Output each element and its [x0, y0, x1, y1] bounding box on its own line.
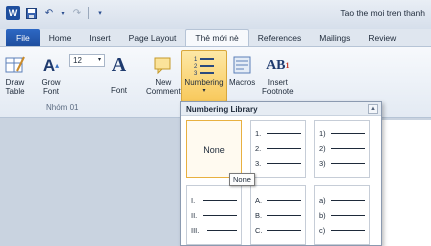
tooltip: None	[229, 173, 255, 186]
numbering-format-alpha-upper[interactable]: A. B. C.	[250, 185, 306, 245]
macros-icon	[231, 54, 253, 76]
new-comment-label: New Comment	[146, 78, 181, 96]
tab-mailings[interactable]: Mailings	[310, 29, 359, 46]
customize-icon[interactable]: ▾	[93, 6, 107, 20]
tab-file[interactable]: File	[6, 29, 40, 46]
grow-font-icon: A ▴	[42, 55, 60, 75]
list-marker: a)	[319, 196, 326, 205]
numbering-format-roman-upper[interactable]: I. II. III.	[186, 185, 242, 245]
save-icon[interactable]	[24, 6, 38, 20]
draw-table-button[interactable]: Draw Table	[4, 54, 26, 96]
list-marker: b)	[319, 211, 326, 220]
new-comment-icon	[152, 54, 174, 76]
dropdown-arrow-icon[interactable]: ▾	[60, 6, 66, 20]
numbering-format-alpha-lower-paren[interactable]: a) b) c)	[314, 185, 370, 245]
svg-text:1: 1	[194, 57, 198, 63]
chevron-down-icon: ▾	[97, 57, 101, 63]
font-size-value: 12	[73, 56, 82, 65]
list-marker: A.	[255, 196, 263, 205]
macros-label: Macros	[229, 78, 256, 87]
font-size-select[interactable]: 12 ▾	[69, 54, 105, 67]
font-label: Font	[110, 86, 127, 95]
numbering-library-header: Numbering Library ▲	[181, 102, 381, 116]
numbering-label: Numbering	[184, 78, 224, 87]
chevron-down-icon: ▾	[202, 88, 206, 94]
list-marker: 1)	[319, 129, 326, 138]
ribbon-tabs: File Home Insert Page Layout Thẻ mới nè …	[0, 29, 431, 46]
list-marker: 3)	[319, 159, 326, 168]
tab-custom[interactable]: Thẻ mới nè	[185, 29, 249, 46]
list-marker: C.	[255, 226, 263, 235]
none-label: None	[203, 145, 225, 155]
group-label: Nhóm 01	[46, 103, 79, 112]
tab-home[interactable]: Home	[40, 29, 81, 46]
numbering-format-none[interactable]: None	[186, 120, 242, 178]
macros-button[interactable]: Macros	[229, 54, 255, 87]
new-comment-button[interactable]: New Comment	[146, 54, 181, 96]
draw-table-label: Draw Table	[5, 78, 25, 96]
draw-table-icon	[4, 54, 26, 76]
quick-access-toolbar: W ↶ ▾ ↷ ▾	[6, 6, 107, 20]
numbering-library-title: Numbering Library	[186, 105, 258, 114]
title-bar: W ↶ ▾ ↷ ▾ Tao the moi tren thanh	[0, 0, 431, 29]
list-marker: III.	[191, 226, 200, 235]
tab-review[interactable]: Review	[359, 29, 405, 46]
numbering-format-decimal-paren[interactable]: 1) 2) 3)	[314, 120, 370, 178]
numbering-format-decimal-period[interactable]: 1. 2. 3.	[250, 120, 306, 178]
svg-text:3: 3	[194, 71, 198, 76]
word-icon[interactable]: W	[6, 6, 20, 20]
list-marker: II.	[191, 211, 198, 220]
font-button[interactable]: A Font	[108, 53, 130, 96]
footnote-icon: AB 1	[266, 57, 290, 73]
redo-icon[interactable]: ↷	[70, 6, 84, 20]
insert-footnote-label: Insert Footnote	[262, 78, 294, 96]
scroll-up-icon[interactable]: ▲	[368, 104, 378, 114]
font-icon: A	[111, 53, 127, 76]
grow-font-label: Grow Font	[41, 78, 61, 96]
list-marker: I.	[191, 196, 196, 205]
separator	[88, 7, 89, 19]
list-marker: 3.	[255, 159, 262, 168]
window-title: Tao the moi tren thanh	[340, 8, 425, 18]
numbering-icon: 123	[193, 54, 215, 76]
list-marker: B.	[255, 211, 263, 220]
undo-icon[interactable]: ↶	[42, 6, 56, 20]
tab-insert[interactable]: Insert	[80, 29, 119, 46]
list-marker: 2.	[255, 144, 262, 153]
list-marker: 1.	[255, 129, 262, 138]
numbering-button[interactable]: 123 Numbering ▾	[181, 50, 227, 102]
tab-page-layout[interactable]: Page Layout	[120, 29, 186, 46]
numbering-library-panel: Numbering Library ▲ None 1. 2. 3. 1) 2) …	[180, 101, 382, 246]
list-marker: 2)	[319, 144, 326, 153]
tab-references[interactable]: References	[249, 29, 310, 46]
list-marker: c)	[319, 226, 326, 235]
insert-footnote-button[interactable]: AB 1 Insert Footnote	[262, 54, 294, 96]
svg-text:2: 2	[194, 64, 198, 70]
grow-font-button[interactable]: A ▴ Grow Font	[40, 54, 62, 97]
